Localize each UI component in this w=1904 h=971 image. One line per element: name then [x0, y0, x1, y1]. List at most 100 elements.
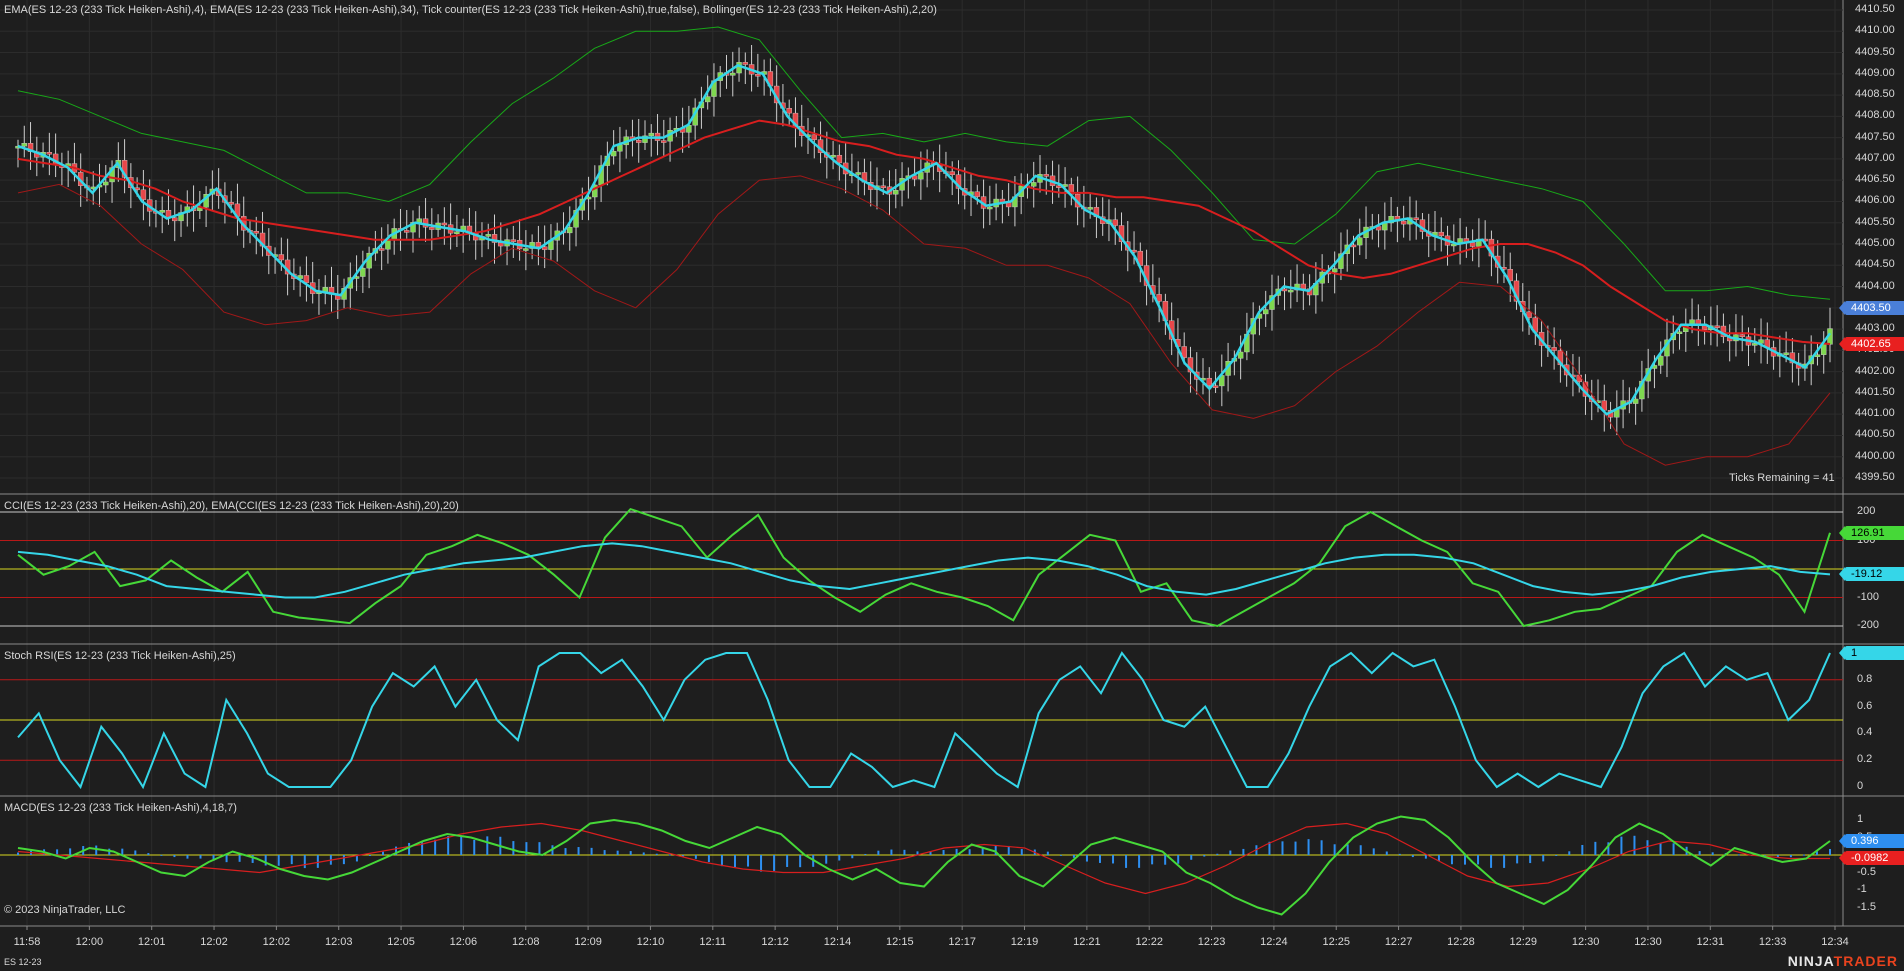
macd-line — [17, 815, 1831, 916]
macd-histogram-bar — [486, 836, 489, 855]
candle-down — [1043, 174, 1049, 177]
macd-histogram-bar — [825, 855, 828, 864]
price-axis-label: 4410.00 — [1855, 24, 1895, 37]
price-axis-label: 4400.50 — [1855, 428, 1895, 441]
macd-histogram-bar — [747, 855, 750, 867]
macd-histogram-bar — [1698, 851, 1701, 855]
candle-down — [661, 140, 667, 143]
time-axis-label: 12:29 — [1509, 936, 1538, 948]
price-axis-label: 4401.00 — [1855, 407, 1895, 420]
stoch-axis-label: 0.2 — [1857, 753, 1873, 766]
chart-window[interactable]: EMA(ES 12-23 (233 Tick Heiken-Ashi),4), … — [0, 0, 1904, 971]
macd-histogram-bar — [929, 851, 932, 855]
macd-histogram-bar — [838, 855, 841, 861]
candle-down — [742, 62, 749, 65]
macd-histogram-bar — [1490, 855, 1493, 868]
candle-up — [736, 62, 742, 74]
macd-histogram-bar — [694, 855, 697, 859]
macd-histogram-bar — [1125, 855, 1128, 868]
macd-histogram-bar — [1177, 855, 1180, 864]
candle-down — [303, 275, 310, 283]
price-axis-label: 4405.50 — [1855, 215, 1895, 228]
time-axis-label: 12:21 — [1073, 936, 1101, 948]
stoch-axis-label: 0.4 — [1857, 726, 1873, 739]
candle-down — [1112, 219, 1118, 226]
candle-up — [1331, 268, 1338, 273]
time-axis-label: 12:12 — [761, 936, 789, 948]
candle-up — [1237, 351, 1244, 359]
cci-axis-label: -200 — [1857, 619, 1880, 631]
price-axis-label: 4406.00 — [1855, 194, 1895, 207]
macd-histogram-bar — [316, 855, 319, 868]
macd-histogram-bar — [773, 855, 776, 871]
macd-histogram-bar — [1112, 855, 1115, 864]
macd-histogram-bar — [642, 852, 645, 855]
cci-axis-label: 200 — [1857, 505, 1876, 517]
macd-histogram-bar — [238, 855, 241, 862]
price-badge: 4402.65 — [1839, 336, 1904, 351]
macd-histogram-bar — [1346, 844, 1349, 855]
candle-up — [1357, 237, 1363, 246]
candle-up — [1783, 352, 1789, 355]
macd-histogram-bar — [1138, 855, 1141, 868]
ninjatrader-logo: NINJATRADER — [1787, 953, 1898, 969]
macd-histogram-bar — [473, 839, 476, 855]
macd-average-line — [17, 822, 1830, 895]
candle-up — [1632, 398, 1639, 404]
candle-down — [880, 185, 886, 189]
candle-up — [103, 181, 109, 186]
candle-up — [1263, 309, 1269, 315]
macd-histogram-bar — [1359, 845, 1362, 855]
price-axis-label: 4404.50 — [1855, 258, 1895, 271]
macd-histogram-bar — [1320, 840, 1323, 855]
candle-down — [1576, 374, 1582, 383]
ema-34-line — [17, 119, 1831, 345]
macd-histogram-bar — [799, 855, 802, 868]
candle-up — [893, 190, 899, 195]
macd-histogram-bar — [17, 852, 19, 855]
cci-ema-line — [17, 542, 1831, 599]
candle-down — [535, 242, 542, 247]
macd-histogram-bar — [538, 842, 541, 855]
candle-down — [1714, 325, 1720, 328]
macd-histogram-bar — [1294, 841, 1297, 855]
macd-histogram-bar — [1203, 855, 1206, 857]
macd-histogram-bar — [603, 850, 606, 855]
bollinger-lower-line — [17, 175, 1831, 466]
macd-histogram-bar — [1333, 844, 1336, 855]
macd-histogram-bar — [1568, 851, 1571, 855]
macd-histogram-bar — [1633, 835, 1636, 855]
price-axis-label: 4404.00 — [1855, 279, 1895, 292]
candle-up — [648, 132, 654, 137]
candle-down — [1551, 347, 1557, 351]
time-axis-label: 12:11 — [699, 936, 727, 948]
macd-histogram-bar — [56, 849, 59, 855]
chart-canvas[interactable] — [0, 0, 1904, 971]
price-axis-label: 4408.50 — [1855, 88, 1895, 101]
price-axis-label: 4410.50 — [1855, 3, 1895, 15]
macd-histogram-bar — [447, 835, 450, 855]
time-axis-label: 12:17 — [948, 936, 976, 948]
candle-down — [949, 171, 955, 175]
macd-histogram-bar — [173, 855, 176, 858]
candle-down — [228, 202, 234, 205]
macd-histogram-bar — [1151, 855, 1154, 865]
time-axis-label: 12:33 — [1758, 936, 1787, 948]
candle-down — [1300, 283, 1307, 289]
candle-down — [404, 230, 410, 233]
macd-histogram-bar — [134, 850, 137, 855]
candle-down — [253, 231, 259, 234]
macd-histogram-bar — [1085, 855, 1088, 862]
candle-up — [1031, 182, 1037, 187]
macd-histogram-bar — [1477, 855, 1480, 865]
candle-down — [755, 74, 761, 77]
price-axis-label: 4408.00 — [1855, 109, 1895, 122]
candle-down — [836, 154, 843, 164]
stoch-axis-label: 0 — [1857, 780, 1864, 792]
macd-histogram-bar — [1098, 855, 1101, 863]
macd-histogram-bar — [1620, 836, 1623, 855]
time-axis-label: 12:30 — [1634, 936, 1662, 948]
price-axis-label: 4406.50 — [1855, 173, 1895, 186]
candle-down — [441, 222, 448, 226]
macd-histogram-bar — [1711, 852, 1714, 855]
